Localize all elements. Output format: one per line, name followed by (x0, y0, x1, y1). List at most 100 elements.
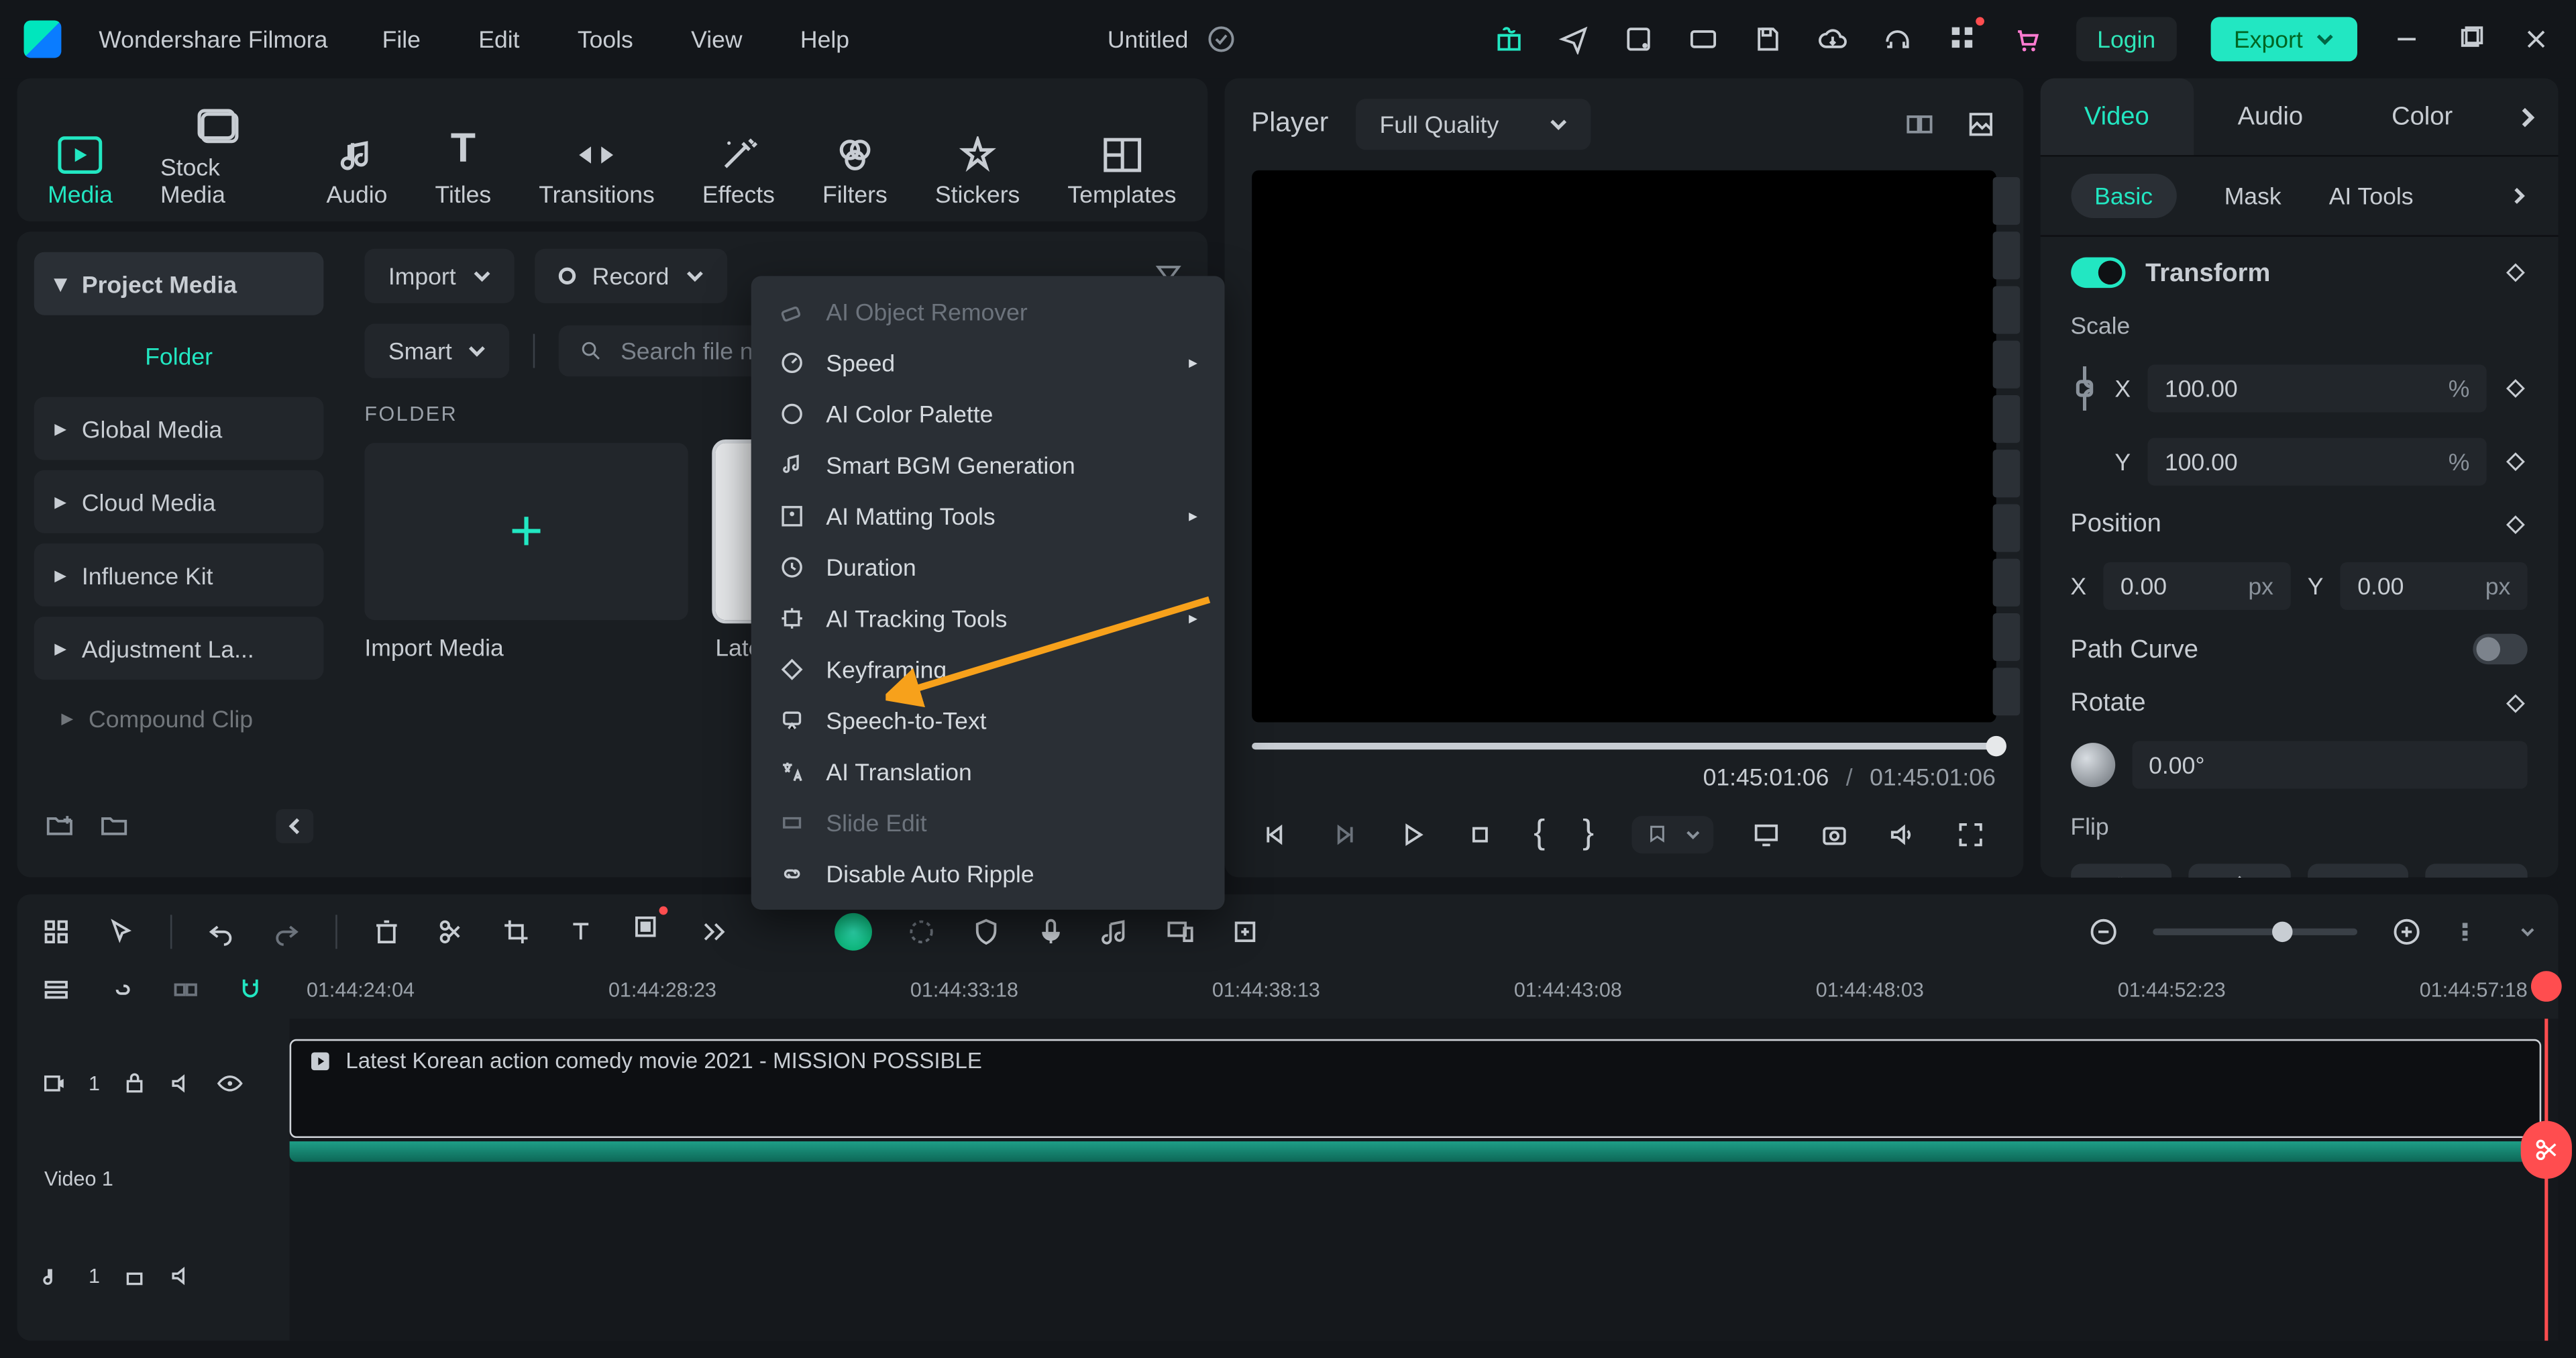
tl-link-icon[interactable] (105, 974, 136, 1005)
rotate-cw-button[interactable] (2308, 864, 2409, 877)
rotate-ccw-button[interactable] (2426, 864, 2528, 877)
keyframe-icon[interactable] (2504, 512, 2528, 536)
track-lanes[interactable]: Latest Korean action comedy movie 2021 -… (290, 1018, 2559, 1341)
split-icon[interactable] (436, 916, 467, 947)
export-button[interactable]: Export (2210, 17, 2357, 61)
volume-icon[interactable] (1887, 819, 1918, 849)
zoom-slider[interactable] (2153, 927, 2357, 934)
more-tools-icon[interactable] (695, 916, 726, 947)
save-icon[interactable] (1753, 24, 1784, 55)
chevron-down-icon[interactable] (2521, 924, 2534, 937)
playhead-scissors[interactable] (2521, 1121, 2572, 1179)
subtab-basic[interactable]: Basic (2071, 174, 2177, 218)
sidebar-cloud-media[interactable]: ▸Cloud Media (34, 470, 324, 533)
rotate-input[interactable]: 0.00° (2132, 741, 2528, 788)
devices-icon[interactable] (1165, 916, 1196, 947)
ctx-duration[interactable]: Duration (751, 541, 1225, 592)
flip-vertical-button[interactable] (2189, 864, 2290, 877)
scale-x-input[interactable]: 100.00% (2148, 364, 2487, 412)
video-clip[interactable]: Latest Korean action comedy movie 2021 -… (290, 1039, 2542, 1138)
rotate-knob[interactable] (2071, 743, 2115, 787)
shield-icon[interactable] (971, 916, 1002, 947)
fullscreen-icon[interactable] (1955, 819, 1986, 849)
tab-filters[interactable]: Filters (822, 136, 888, 221)
send-icon[interactable] (1559, 24, 1590, 55)
picture-icon[interactable] (1965, 109, 1996, 140)
play-icon[interactable] (1397, 819, 1428, 849)
mark-out-icon[interactable]: } (1582, 815, 1594, 853)
cart-icon[interactable] (2012, 24, 2043, 55)
inspector-tab-video[interactable]: Video (2040, 79, 2194, 155)
sidebar-project-media[interactable]: ▾Project Media (34, 252, 324, 315)
step-forward-icon[interactable] (1330, 819, 1360, 849)
close-icon[interactable] (2521, 24, 2552, 55)
inspector-tab-color[interactable]: Color (2347, 79, 2497, 155)
subtab-mask[interactable]: Mask (2224, 182, 2282, 210)
tl-magnet-icon[interactable] (235, 974, 266, 1005)
ctx-smart-bgm[interactable]: Smart BGM Generation (751, 439, 1225, 490)
display-icon[interactable] (1751, 819, 1782, 849)
text-tool-icon[interactable] (566, 916, 596, 947)
layout1-icon[interactable] (1623, 24, 1654, 55)
lock-icon[interactable] (120, 1069, 148, 1097)
tab-stickers[interactable]: Stickers (935, 136, 1020, 221)
menu-edit[interactable]: Edit (478, 25, 519, 53)
pos-x-input[interactable]: 0.00px (2104, 562, 2291, 610)
audio-beat-icon[interactable] (1100, 916, 1131, 947)
audio-track-head[interactable]: 1 (17, 1212, 289, 1341)
mute-icon[interactable] (168, 1069, 196, 1097)
sidebar-adjustment-layer[interactable]: ▸Adjustment La... (34, 617, 324, 680)
tab-stock-media[interactable]: Stock Media (160, 109, 278, 221)
ctx-ai-color-palette[interactable]: AI Color Palette (751, 388, 1225, 439)
sidebar-global-media[interactable]: ▸Global Media (34, 397, 324, 460)
flip-horizontal-button[interactable] (2071, 864, 2172, 877)
tl-group-icon[interactable] (170, 974, 201, 1005)
sidebar-folder[interactable]: Folder (34, 325, 324, 386)
path-curve-toggle[interactable] (2473, 634, 2528, 665)
new-folder-icon[interactable] (44, 811, 75, 842)
zoom-in-icon[interactable] (2392, 916, 2422, 947)
headphones-icon[interactable] (1882, 24, 1913, 55)
subtab-ai-tools[interactable]: AI Tools (2329, 182, 2414, 210)
scale-y-input[interactable]: 100.00% (2148, 438, 2487, 486)
ctx-disable-auto-ripple[interactable]: Disable Auto Ripple (751, 848, 1225, 899)
scrub-knob[interactable] (1986, 736, 2006, 756)
menu-file[interactable]: File (382, 25, 421, 53)
zoom-out-icon[interactable] (2088, 916, 2119, 947)
apps-icon-wrap[interactable] (1947, 21, 1978, 57)
gift-icon[interactable] (1494, 24, 1525, 55)
scrub-bar[interactable] (1251, 743, 1996, 749)
tl-grid-icon[interactable] (41, 916, 72, 947)
keyframe-icon[interactable] (2504, 260, 2528, 284)
login-button[interactable]: Login (2077, 17, 2176, 61)
quality-dropdown[interactable]: Full Quality (1356, 99, 1591, 150)
prev-frame-icon[interactable] (1261, 819, 1292, 849)
color-wheel-icon[interactable] (906, 916, 937, 947)
lock-icon[interactable] (120, 1263, 148, 1290)
tab-transitions[interactable]: Transitions (539, 136, 655, 221)
menu-view[interactable]: View (691, 25, 742, 53)
menu-tools[interactable]: Tools (578, 25, 633, 53)
playhead[interactable] (2544, 1018, 2548, 1341)
import-media-tile[interactable]: +Import Media (364, 443, 688, 661)
stop-icon[interactable] (1466, 819, 1497, 849)
subtab-more[interactable] (2510, 187, 2527, 204)
sidebar-influence-kit[interactable]: ▸Influence Kit (34, 543, 324, 607)
tab-media[interactable]: Media (48, 136, 113, 221)
maximize-icon[interactable] (2456, 24, 2487, 55)
import-dropdown[interactable]: Import (364, 249, 514, 303)
snapshot-icon[interactable] (1819, 819, 1849, 849)
delete-icon[interactable] (372, 916, 402, 947)
keyframe-icon[interactable] (2504, 376, 2528, 401)
mark-in-icon[interactable]: { (1534, 815, 1545, 853)
tl-pointer-icon[interactable] (105, 916, 136, 947)
menu-help[interactable]: Help (800, 25, 849, 53)
tab-audio[interactable]: Audio (327, 136, 388, 221)
cloud-sync-icon[interactable] (1205, 24, 1236, 55)
tab-effects[interactable]: Effects (702, 136, 775, 221)
mute-icon[interactable] (168, 1263, 196, 1290)
link-scale-icon[interactable] (2071, 363, 2098, 414)
eye-icon[interactable] (216, 1069, 244, 1097)
tab-templates[interactable]: Templates (1067, 136, 1176, 221)
marker-dropdown[interactable] (1631, 815, 1713, 853)
